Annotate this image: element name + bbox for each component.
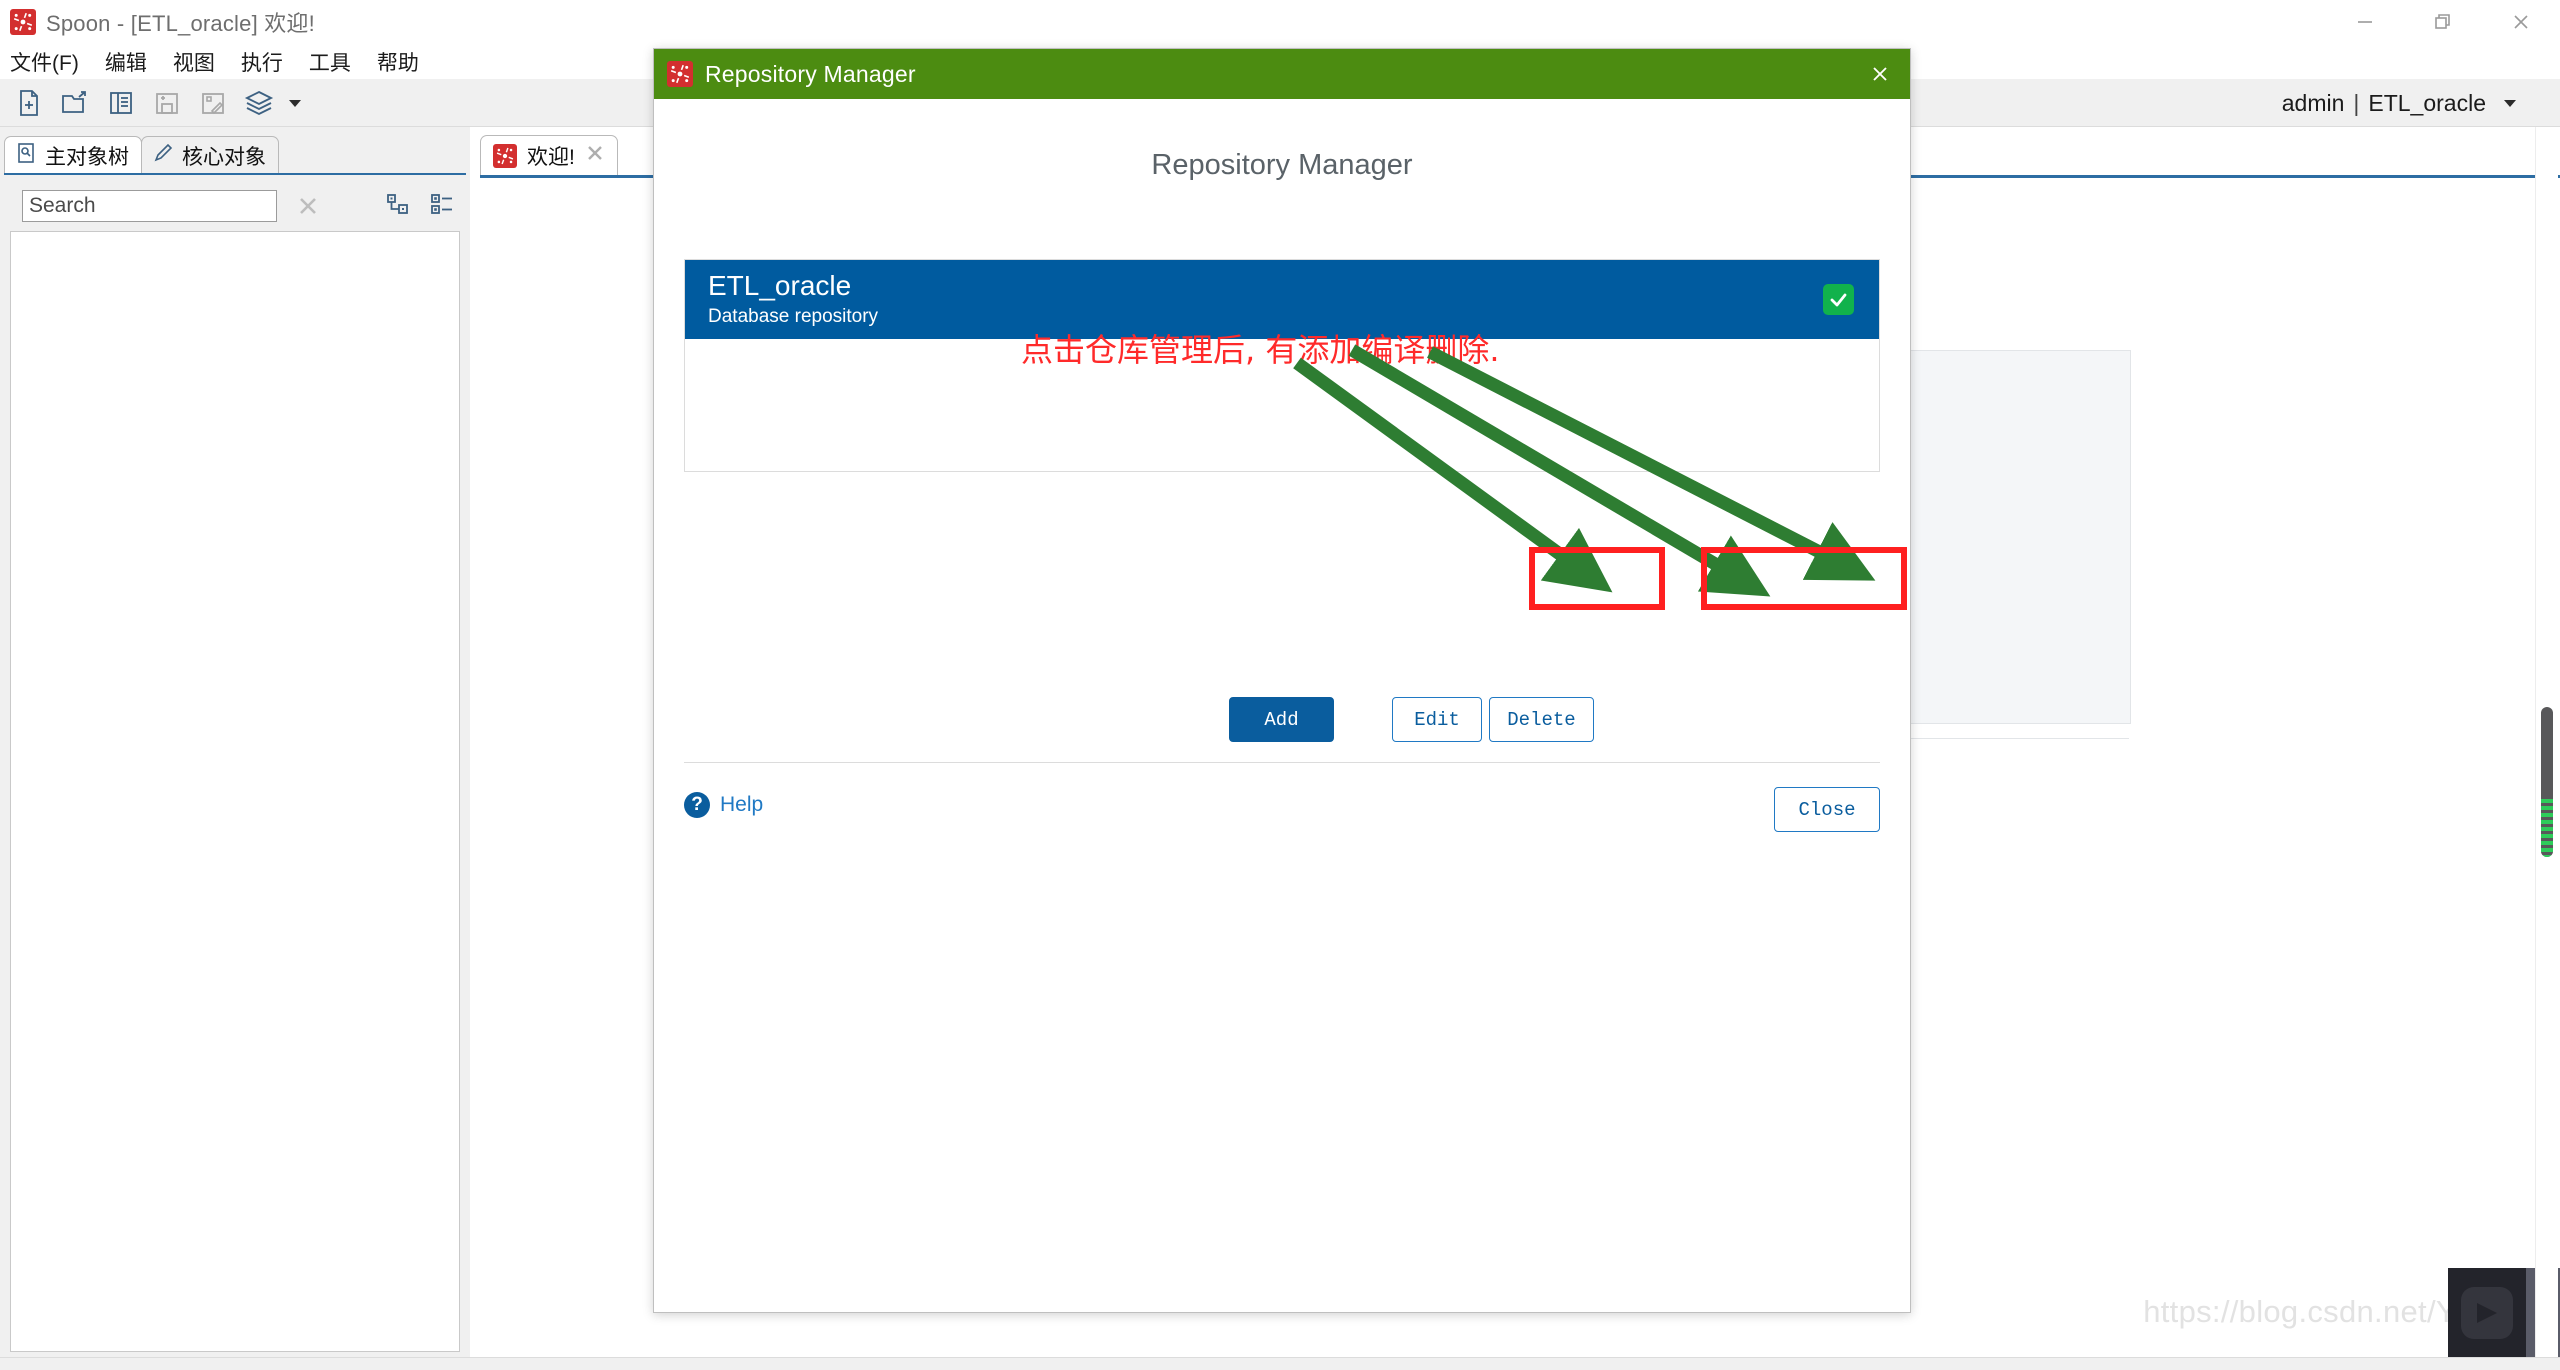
help-label: Help — [720, 793, 764, 816]
vertical-scrollbar[interactable] — [2535, 127, 2558, 1358]
menu-item-edit[interactable]: 编辑 — [103, 45, 149, 79]
layers-icon[interactable] — [236, 81, 282, 125]
spoon-logo-icon — [10, 9, 36, 35]
book-icon[interactable] — [98, 81, 144, 125]
edit-button[interactable]: Edit — [1392, 697, 1482, 742]
close-x-icon[interactable] — [585, 143, 605, 169]
close-icon[interactable] — [1850, 49, 1910, 99]
object-tree-area[interactable] — [10, 231, 460, 1352]
check-icon — [1823, 284, 1854, 315]
dialog-action-buttons: Add Edit Delete — [684, 689, 1880, 749]
window-title-bar: Spoon - [ETL_oracle] 欢迎! — [0, 0, 2560, 44]
menu-item-tools[interactable]: 工具 — [307, 45, 353, 79]
left-explorer-panel: 主对象树 核心对象 — [0, 127, 470, 1358]
dialog-heading: Repository Manager — [1151, 149, 1413, 181]
minimize-icon[interactable] — [2326, 0, 2404, 44]
sidebar-search-row — [0, 183, 470, 229]
window-title: Spoon - [ETL_oracle] 欢迎! — [46, 11, 315, 36]
spoon-logo-icon — [493, 143, 517, 168]
current-repository: ETL_oracle — [2368, 89, 2486, 116]
add-button[interactable]: Add — [1229, 697, 1334, 742]
caret-down-icon[interactable] — [2502, 90, 2518, 117]
scrollbar-thumb[interactable] — [2541, 707, 2553, 857]
new-file-icon[interactable] — [6, 81, 52, 125]
open-folder-icon[interactable] — [52, 81, 98, 125]
background-panel-secondary — [1889, 738, 2129, 813]
clear-x-icon[interactable] — [291, 189, 325, 223]
restore-icon[interactable] — [2404, 0, 2482, 44]
explorer-tab-strip: 主对象树 核心对象 — [4, 132, 279, 174]
editor-tab-strip: 欢迎! — [480, 131, 618, 175]
sidebar-tab-core-objects[interactable]: 核心对象 — [141, 136, 279, 174]
repository-list-item[interactable]: ETL_oracle Database repository — [685, 260, 1879, 339]
dialog-title-bar: Repository Manager — [654, 49, 1910, 99]
question-circle-icon: ? — [684, 792, 710, 818]
dialog-title: Repository Manager — [705, 60, 916, 87]
save-disk-icon — [144, 81, 190, 125]
editor-tab-welcome[interactable]: 欢迎! — [480, 135, 618, 175]
spoon-logo-icon — [667, 61, 693, 87]
user-name: admin — [2281, 89, 2345, 116]
save-as-icon — [190, 81, 236, 125]
menu-item-view[interactable]: 视图 — [171, 45, 217, 79]
dialog-body: Repository Manager ETL_oracle Database r… — [654, 149, 1910, 1362]
delete-button[interactable]: Delete — [1489, 697, 1594, 742]
pencil-icon — [152, 142, 174, 170]
caret-down-icon[interactable] — [282, 81, 308, 125]
repository-name: ETL_oracle — [708, 269, 852, 301]
scrollbar-progress-stripes — [2541, 799, 2553, 857]
user-separator: | — [2353, 89, 2360, 116]
sidebar-tab-label: 核心对象 — [182, 145, 266, 169]
dialog-divider — [684, 762, 1880, 763]
repository-type: Database repository — [708, 305, 879, 327]
close-button[interactable]: Close — [1774, 787, 1880, 832]
window-controls — [2326, 0, 2560, 44]
repository-manager-dialog: Repository Manager Repository Manager ET… — [653, 48, 1911, 1313]
close-icon[interactable] — [2482, 0, 2560, 44]
play-icon[interactable] — [2461, 1287, 2513, 1339]
editor-tab-label: 欢迎! — [527, 145, 575, 169]
sidebar-tab-main-object-tree[interactable]: 主对象树 — [4, 136, 142, 174]
menu-item-help[interactable]: 帮助 — [375, 45, 421, 79]
menu-item-file[interactable]: 文件(F) — [8, 45, 81, 79]
list-view-icon[interactable] — [429, 191, 455, 222]
tree-view-icon[interactable] — [385, 191, 411, 222]
help-link[interactable]: ? Help — [684, 792, 763, 818]
background-panel: n — [1762, 350, 2131, 724]
sidebar-tab-label: 主对象树 — [45, 145, 129, 169]
user-repository-indicator[interactable]: admin | ETL_oracle — [2282, 82, 2518, 124]
repository-item-texts: ETL_oracle Database repository — [708, 270, 878, 330]
sidebar-view-toggles — [385, 191, 455, 222]
document-search-icon — [15, 142, 37, 170]
search-input[interactable] — [22, 190, 277, 222]
video-play-area[interactable] — [2448, 1268, 2526, 1358]
sidebar-tab-underline — [4, 173, 466, 175]
repository-list: ETL_oracle Database repository — [684, 259, 1880, 472]
menu-item-run[interactable]: 执行 — [239, 45, 285, 79]
